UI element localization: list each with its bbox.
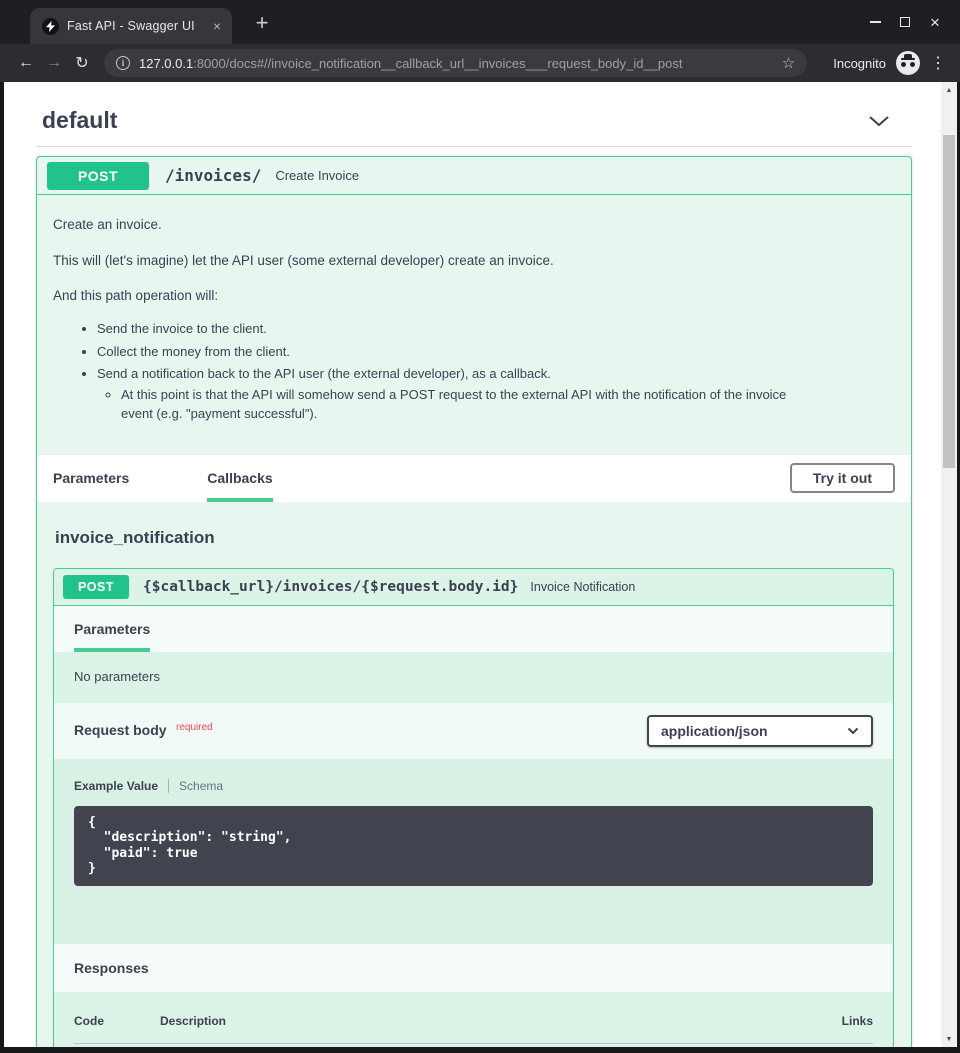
page-scrollbar[interactable]: ▲ ▼ — [941, 82, 957, 1047]
browser-toolbar: ← → ↻ i 127.0.0.1:8000/docs#//invoice_no… — [0, 44, 960, 82]
tab-close-icon[interactable]: × — [208, 17, 226, 35]
list-item: At this point is that the API will someh… — [121, 386, 821, 424]
description-paragraph: Create an invoice. — [53, 215, 895, 235]
scroll-up-icon[interactable]: ▲ — [941, 82, 957, 98]
required-badge: required — [176, 722, 213, 733]
opblock-post-invoices: POST /invoices/ Create Invoice Create an… — [36, 156, 912, 1047]
window-controls: × — [860, 0, 950, 44]
incognito-label: Incognito — [833, 56, 886, 71]
description-sublist: At this point is that the API will someh… — [121, 386, 895, 424]
browser-tab[interactable]: Fast API - Swagger UI × — [30, 8, 232, 44]
address-bar[interactable]: i 127.0.0.1:8000/docs#//invoice_notifica… — [104, 49, 807, 77]
url-host: 127.0.0.1 — [139, 56, 193, 71]
incognito-icon — [896, 51, 920, 75]
minimize-icon — [870, 21, 881, 23]
browser-window: Fast API - Swagger UI × + × ← → ↻ i 127.… — [0, 0, 960, 1053]
section-header-default[interactable]: default — [36, 82, 912, 146]
site-info-icon[interactable]: i — [116, 56, 130, 70]
tab-parameters[interactable]: Parameters — [74, 606, 150, 652]
description-list: Send the invoice to the client. Collect … — [97, 320, 895, 424]
method-badge: POST — [63, 575, 129, 599]
content-type-value: application/json — [661, 723, 768, 739]
column-description: Description — [160, 1014, 743, 1028]
url-text: 127.0.0.1:8000/docs#//invoice_notificati… — [139, 56, 683, 71]
callback-tab-bar: Parameters — [54, 606, 893, 652]
back-icon[interactable]: ← — [12, 54, 40, 72]
no-parameters-text: No parameters — [54, 652, 893, 703]
column-links: Links — [743, 1014, 873, 1028]
table-row: 200 Successful Response No links — [74, 1044, 873, 1047]
forward-icon[interactable]: → — [40, 54, 68, 72]
new-tab-button[interactable]: + — [248, 10, 276, 38]
close-icon: × — [930, 14, 940, 31]
fastapi-favicon-icon — [42, 18, 59, 35]
content-type-select[interactable]: application/json — [647, 715, 873, 747]
close-window-button[interactable]: × — [920, 7, 950, 37]
swagger-page: default POST /invoices/ Create Invoice C… — [4, 82, 941, 1047]
list-item: Send the invoice to the client. — [97, 320, 895, 339]
tab-schema[interactable]: Schema — [179, 779, 223, 793]
column-code: Code — [74, 1014, 160, 1028]
opblock-summary[interactable]: POST /invoices/ Create Invoice — [37, 157, 911, 195]
reload-icon[interactable]: ↻ — [68, 53, 96, 73]
section-divider — [36, 146, 912, 147]
method-badge: POST — [47, 162, 149, 190]
scroll-down-icon[interactable]: ▼ — [941, 1031, 957, 1047]
example-json-code: { "description": "string", "paid": true … — [74, 806, 873, 886]
callback-opblock: POST {$callback_url}/invoices/{$request.… — [53, 568, 894, 1047]
request-body-label-wrap: Request body required — [74, 722, 213, 740]
tab-parameters[interactable]: Parameters — [53, 455, 129, 502]
description-paragraph: This will (let's imagine) let the API us… — [53, 251, 895, 271]
bookmark-star-icon[interactable]: ☆ — [782, 54, 795, 72]
tab-strip: Fast API - Swagger UI × + × — [0, 0, 960, 44]
browser-menu-icon[interactable]: ⋮ — [930, 53, 946, 73]
callbacks-section: invoice_notification POST {$callback_url… — [37, 502, 911, 1047]
example-tab-bar: Example Value Schema — [74, 779, 873, 793]
responses-table-header: Code Description Links — [74, 1014, 873, 1044]
maximize-icon — [900, 17, 910, 27]
page-area: default POST /invoices/ Create Invoice C… — [4, 82, 957, 1047]
scrollbar-thumb[interactable] — [943, 135, 955, 468]
tab-example-value[interactable]: Example Value — [74, 779, 158, 793]
responses-heading: Responses — [54, 944, 893, 992]
operation-description: Create an invoice. This will (let's imag… — [37, 195, 911, 454]
chevron-down-icon — [847, 727, 859, 735]
callback-summary-label: Invoice Notification — [530, 580, 635, 594]
description-paragraph: And this path operation will: — [53, 286, 895, 306]
section-title: default — [42, 107, 117, 134]
callback-summary[interactable]: POST {$callback_url}/invoices/{$request.… — [54, 569, 893, 606]
minimize-button[interactable] — [860, 7, 890, 37]
url-path: :8000/docs#//invoice_notification__callb… — [193, 56, 682, 71]
example-section: Example Value Schema { "description": "s… — [54, 759, 893, 944]
tab-callbacks[interactable]: Callbacks — [207, 455, 272, 502]
request-body-row: Request body required application/json — [54, 703, 893, 759]
list-item: Collect the money from the client. — [97, 343, 895, 362]
request-body-label: Request body — [74, 722, 167, 738]
list-item: Send a notification back to the API user… — [97, 365, 895, 424]
chevron-down-icon[interactable] — [868, 115, 890, 127]
callback-path: {$callback_url}/invoices/{$request.body.… — [143, 579, 518, 595]
tab-separator — [168, 779, 169, 793]
responses-table: Code Description Links 200 Successful Re… — [54, 992, 893, 1047]
try-it-out-button[interactable]: Try it out — [790, 463, 895, 493]
callback-name: invoice_notification — [53, 502, 894, 568]
tab-title: Fast API - Swagger UI — [67, 19, 200, 33]
operation-path: /invoices/ — [165, 166, 261, 185]
operation-summary: Create Invoice — [275, 168, 359, 183]
operation-tab-bar: Parameters Callbacks Try it out — [37, 454, 911, 502]
maximize-button[interactable] — [890, 7, 920, 37]
